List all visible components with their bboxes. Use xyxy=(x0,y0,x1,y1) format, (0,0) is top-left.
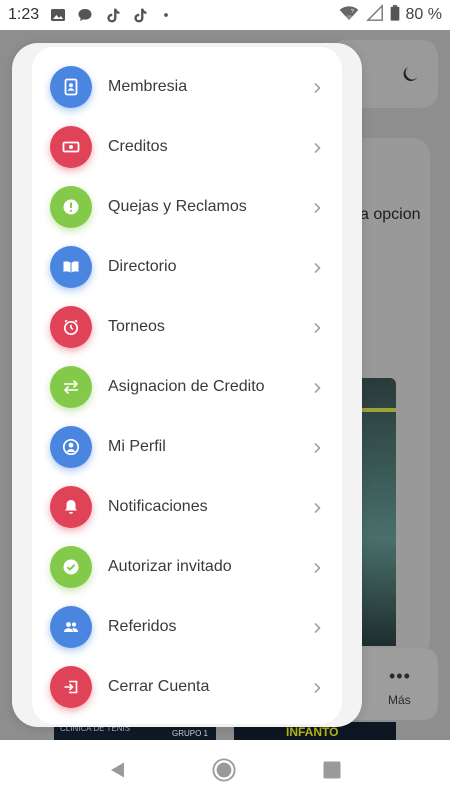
status-right-group: ? 80 % xyxy=(338,3,442,28)
menu-item-autorizar-invitado[interactable]: Autorizar invitado xyxy=(32,537,342,597)
menu-item-label: Notificaciones xyxy=(108,498,208,515)
menu-item-label: Creditos xyxy=(108,138,168,155)
money-icon xyxy=(50,126,92,168)
battery-percent: 80 % xyxy=(405,6,442,23)
chevron-right-icon xyxy=(312,321,322,334)
banner-title: INFANTO xyxy=(286,725,339,739)
id-card-icon xyxy=(50,66,92,108)
menu-item-label: Cerrar Cuenta xyxy=(108,678,210,695)
menu-item-creditos[interactable]: Creditos xyxy=(32,117,342,177)
menu-item-membresia[interactable]: Membresia xyxy=(32,57,342,117)
menu-item-label: Torneos xyxy=(108,318,165,335)
transfer-arrows-icon xyxy=(50,366,92,408)
status-time: 1:23 xyxy=(8,6,40,23)
menu-item-quejas[interactable]: Quejas y Reclamos xyxy=(32,177,342,237)
menu-item-label: Autorizar invitado xyxy=(108,558,232,575)
menu-item-label: Referidos xyxy=(108,618,177,635)
chevron-right-icon xyxy=(312,501,322,514)
menu-item-referidos[interactable]: Referidos xyxy=(32,597,342,657)
menu-item-torneos[interactable]: Torneos xyxy=(32,297,342,357)
menu-item-directorio[interactable]: Directorio xyxy=(32,237,342,297)
chevron-right-icon xyxy=(312,621,322,634)
menu-drawer: Membresia Creditos Quejas y Reclamos Dir… xyxy=(32,47,342,724)
chevron-right-icon xyxy=(312,561,322,574)
signal-icon xyxy=(365,3,384,27)
chevron-right-icon xyxy=(312,261,322,274)
moon-icon xyxy=(400,64,420,84)
more-label: Más xyxy=(388,693,411,707)
recents-icon[interactable] xyxy=(320,758,344,782)
tiktok-icon xyxy=(130,6,148,24)
user-circle-icon xyxy=(50,426,92,468)
sign-out-icon xyxy=(50,666,92,708)
status-bar: 1:23 ? 80 % xyxy=(0,0,450,30)
menu-item-label: Quejas y Reclamos xyxy=(108,198,247,215)
menu-item-asignacion-credito[interactable]: Asignacion de Credito xyxy=(32,357,342,417)
back-icon[interactable] xyxy=(106,758,130,782)
stopwatch-icon xyxy=(50,306,92,348)
banner-subtitle: GRUPO 1 xyxy=(172,729,209,738)
image-icon xyxy=(49,6,67,24)
chat-bubble-icon xyxy=(76,6,94,24)
menu-item-mi-perfil[interactable]: Mi Perfil xyxy=(32,417,342,477)
chevron-right-icon xyxy=(312,81,322,94)
menu-item-label: Mi Perfil xyxy=(108,438,166,455)
background-text: a opcion xyxy=(360,206,421,223)
wifi-icon: ? xyxy=(338,3,360,28)
menu-item-cerrar-cuenta[interactable]: Cerrar Cuenta xyxy=(32,657,342,717)
exclamation-icon xyxy=(50,186,92,228)
chevron-right-icon xyxy=(312,141,322,154)
tiktok-icon xyxy=(103,6,121,24)
battery-icon xyxy=(390,4,400,27)
system-navigation-bar xyxy=(0,740,450,800)
chevron-right-icon xyxy=(312,681,322,694)
check-circle-icon xyxy=(50,546,92,588)
bell-icon xyxy=(50,486,92,528)
users-icon xyxy=(50,606,92,648)
dot-icon xyxy=(157,6,175,24)
menu-item-notificaciones[interactable]: Notificaciones xyxy=(32,477,342,537)
menu-item-label: Membresia xyxy=(108,78,188,95)
home-icon[interactable] xyxy=(212,758,236,782)
chevron-right-icon xyxy=(312,441,322,454)
menu-item-label: Asignacion de Credito xyxy=(108,378,265,395)
menu-item-label: Directorio xyxy=(108,258,177,275)
book-icon xyxy=(50,246,92,288)
menu-list: Membresia Creditos Quejas y Reclamos Dir… xyxy=(32,57,342,717)
more-dots-icon: ••• xyxy=(389,666,411,686)
chevron-right-icon xyxy=(312,381,322,394)
chevron-right-icon xyxy=(312,201,322,214)
